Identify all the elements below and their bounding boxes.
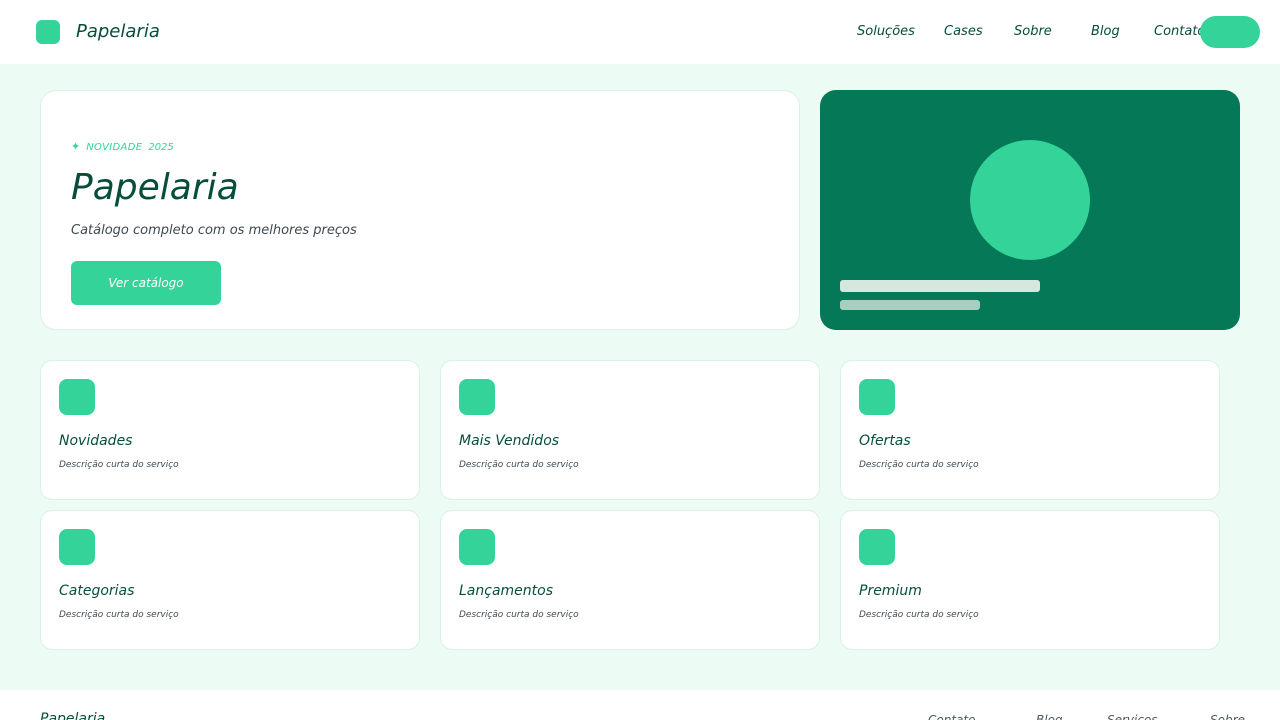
feature-card-premium[interactable]: Premium Descrição curta do serviço <box>840 510 1220 650</box>
nav-link-solucoes[interactable]: Soluções <box>857 24 915 40</box>
feature-title: Premium <box>859 583 922 599</box>
footer-brand[interactable]: Papelaria <box>40 710 105 720</box>
feature-icon <box>859 379 895 415</box>
site-header: Papelaria Soluções Cases Sobre Blog Cont… <box>0 0 1280 64</box>
feature-description: Descrição curta do serviço <box>59 610 179 620</box>
nav-link-contato[interactable]: Contato <box>1154 24 1205 40</box>
feature-card-ofertas[interactable]: Ofertas Descrição curta do serviço <box>840 360 1220 500</box>
header-cta-button[interactable] <box>1200 16 1260 48</box>
hero-placeholder-bar-short <box>840 300 980 310</box>
view-catalog-button[interactable]: Ver catálogo <box>71 261 221 305</box>
feature-card-mais-vendidos[interactable]: Mais Vendidos Descrição curta do serviço <box>440 360 820 500</box>
footer-link-sobre[interactable]: Sobre <box>1210 712 1245 720</box>
hero-badge: ✦ Novidade 2025 <box>71 140 174 155</box>
feature-title: Ofertas <box>859 433 911 449</box>
logo-icon[interactable] <box>36 20 60 44</box>
sparkle-icon: ✦ <box>71 140 81 153</box>
feature-icon <box>459 529 495 565</box>
feature-title: Novidades <box>59 433 133 449</box>
footer-link-contato[interactable]: Contato <box>928 712 975 720</box>
feature-card-categorias[interactable]: Categorias Descrição curta do serviço <box>40 510 420 650</box>
nav-link-blog[interactable]: Blog <box>1091 24 1120 40</box>
feature-description: Descrição curta do serviço <box>59 460 179 470</box>
hero-visual-card <box>820 90 1240 330</box>
feature-icon <box>459 379 495 415</box>
badge-tag: Novidade <box>86 142 143 153</box>
footer-link-servicos[interactable]: Serviços <box>1107 712 1158 720</box>
hero-subtitle: Catálogo completo com os melhores preços <box>71 223 357 238</box>
feature-title: Lançamentos <box>459 583 554 599</box>
hero-card: ✦ Novidade 2025 Papelaria Catálogo complet… <box>40 90 800 330</box>
feature-title: Categorias <box>59 583 135 599</box>
feature-description: Descrição curta do serviço <box>459 460 579 470</box>
site-footer: Papelaria Contato Blog Serviços Sobre <box>0 690 1280 720</box>
feature-icon <box>59 529 95 565</box>
feature-icon <box>59 379 95 415</box>
feature-description: Descrição curta do serviço <box>459 610 579 620</box>
feature-card-lancamentos[interactable]: Lançamentos Descrição curta do serviço <box>440 510 820 650</box>
feature-description: Descrição curta do serviço <box>859 610 979 620</box>
nav-link-cases[interactable]: Cases <box>944 24 983 40</box>
hero-circle-illustration <box>970 140 1090 260</box>
hero-title: Papelaria <box>71 167 239 208</box>
feature-icon <box>859 529 895 565</box>
feature-description: Descrição curta do serviço <box>859 460 979 470</box>
feature-title: Mais Vendidos <box>459 433 560 449</box>
feature-card-novidades[interactable]: Novidades Descrição curta do serviço <box>40 360 420 500</box>
footer-link-blog[interactable]: Blog <box>1036 712 1063 720</box>
badge-year: 2025 <box>148 142 174 153</box>
hero-placeholder-bar-long <box>840 280 1040 292</box>
nav-link-sobre[interactable]: Sobre <box>1014 24 1052 40</box>
logo-text[interactable]: Papelaria <box>76 19 160 45</box>
